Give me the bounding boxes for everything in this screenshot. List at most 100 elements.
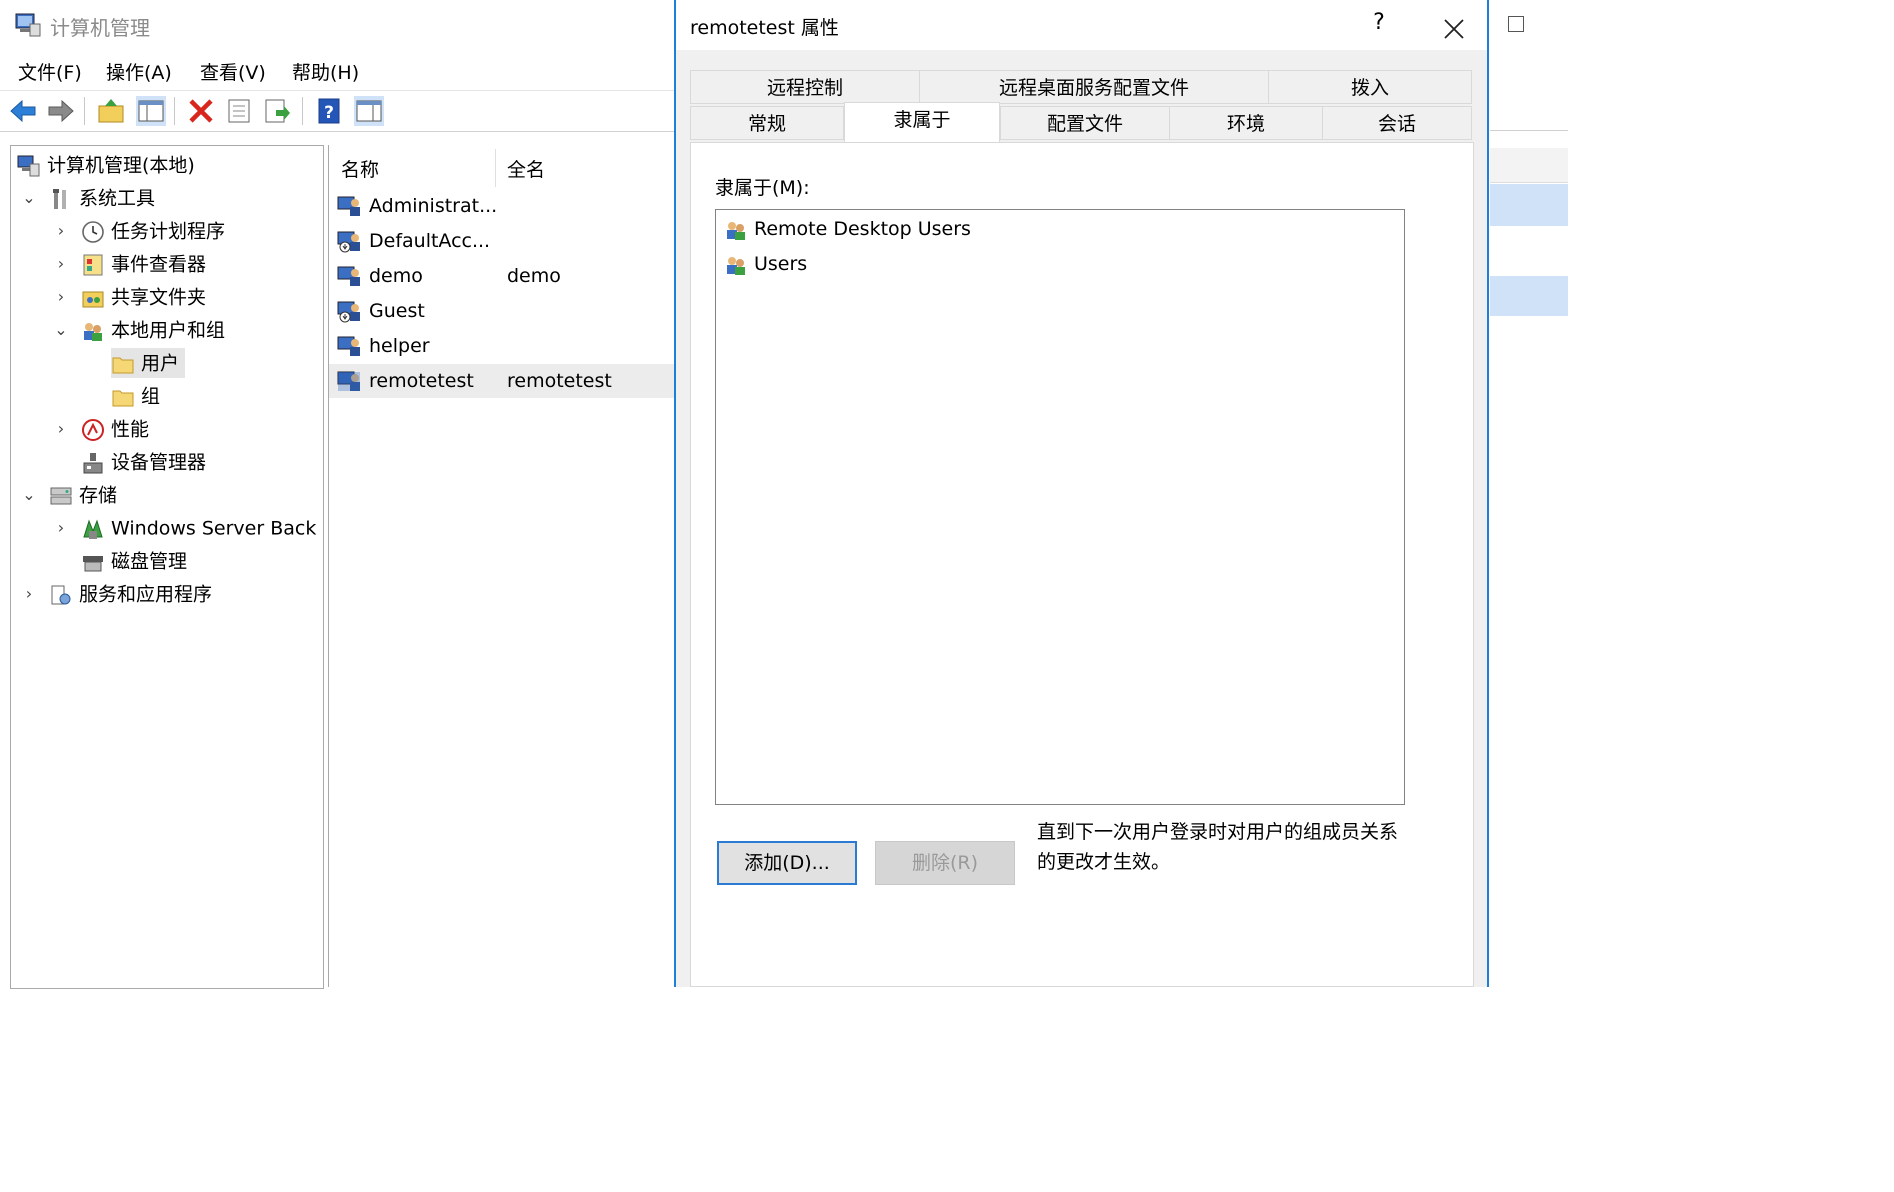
chevron-down-icon[interactable]: ⌄ <box>19 183 39 213</box>
tab-rds-profile[interactable]: 远程桌面服务配置文件 <box>919 70 1269 104</box>
user-icon <box>337 196 360 216</box>
tree-event-viewer[interactable]: › 事件查看器 <box>58 249 206 279</box>
background-window <box>1490 0 1568 987</box>
user-row-guest[interactable]: Guest <box>329 294 676 328</box>
back-arrow-icon[interactable] <box>8 96 38 126</box>
tree-system-tools[interactable]: ⌄ 系统工具 <box>22 183 155 213</box>
user-row-demo[interactable]: demo demo <box>329 259 676 293</box>
tree-disk-management[interactable]: 磁盘管理 <box>81 546 187 576</box>
tree-groups[interactable]: 组 <box>111 381 160 411</box>
export-list-icon[interactable] <box>262 96 292 126</box>
member-of-panel: 隶属于(M): Remote Desktop Users Users 添加(D)… <box>690 142 1474 987</box>
disk-icon <box>83 555 103 571</box>
tools-icon <box>53 188 66 209</box>
membership-note: 直到下一次用户登录时对用户的组成员关系的更改才生效。 <box>1037 821 1399 873</box>
member-of-list[interactable]: Remote Desktop Users Users <box>715 209 1405 805</box>
users-group-icon <box>84 322 102 341</box>
user-icon <box>337 266 360 286</box>
delete-icon[interactable] <box>186 96 216 126</box>
tree-task-scheduler[interactable]: › 任务计划程序 <box>58 216 225 246</box>
clock-icon <box>82 220 104 243</box>
close-icon <box>1444 19 1464 39</box>
list-header: 名称 全名 <box>329 145 676 189</box>
group-item-remote-desktop-users[interactable]: Remote Desktop Users <box>724 214 971 244</box>
tree-users[interactable]: 用户 <box>111 348 186 378</box>
up-folder-icon[interactable] <box>96 96 126 126</box>
menu-help[interactable]: 帮助(H) <box>292 58 359 85</box>
properties-icon[interactable] <box>224 96 254 126</box>
group-icon <box>727 256 745 275</box>
user-row-defaultaccount[interactable]: DefaultAcc... <box>329 224 676 258</box>
disabled-user-icon <box>337 301 360 323</box>
action-pane-selected-band <box>1490 184 1568 226</box>
computer-management-icon <box>15 13 41 37</box>
chevron-right-icon[interactable]: › <box>51 249 71 279</box>
performance-icon <box>82 418 104 441</box>
column-header-fullname[interactable]: 全名 <box>507 155 545 182</box>
show-hide-tree-icon[interactable] <box>136 96 166 126</box>
device-manager-icon <box>83 452 103 473</box>
chevron-right-icon[interactable]: › <box>51 513 71 543</box>
dialog-titlebar: remotetest 属性 ? <box>676 0 1487 50</box>
chevron-right-icon[interactable]: › <box>51 216 71 246</box>
storage-icon <box>50 487 72 504</box>
chevron-down-icon[interactable]: ⌄ <box>51 315 71 345</box>
remove-button[interactable]: 删除(R) <box>875 841 1015 885</box>
computer-management-icon <box>17 155 40 176</box>
user-row-remotetest[interactable]: remotetest remotetest <box>329 364 676 398</box>
chevron-down-icon[interactable]: ⌄ <box>19 480 39 510</box>
help-icon[interactable]: ? <box>314 96 344 126</box>
menu-action[interactable]: 操作(A) <box>106 58 172 85</box>
tab-dial-in[interactable]: 拨入 <box>1268 70 1472 104</box>
properties-dialog: remotetest 属性 ? 远程控制 远程桌面服务配置文件 拨入 常规 隶属… <box>674 0 1489 987</box>
shared-folder-icon <box>82 291 104 307</box>
close-button[interactable] <box>1436 6 1472 48</box>
menu-file[interactable]: 文件(F) <box>18 58 82 85</box>
action-pane-selected-band <box>1490 276 1568 316</box>
menu-bar: 文件(F) 操作(A) 查看(V) 帮助(H) <box>0 52 675 90</box>
tree-root[interactable]: 计算机管理(本地) <box>17 150 195 180</box>
chevron-right-icon[interactable]: › <box>51 282 71 312</box>
main-titlebar: 计算机管理 <box>0 0 675 50</box>
tab-profile[interactable]: 配置文件 <box>1000 106 1170 140</box>
folder-icon <box>112 390 134 406</box>
menu-view[interactable]: 查看(V) <box>200 58 266 85</box>
show-hide-action-pane-icon[interactable] <box>354 96 384 126</box>
tab-remote-control[interactable]: 远程控制 <box>690 70 920 104</box>
toolbar: ? <box>0 90 675 132</box>
chevron-right-icon[interactable]: › <box>19 579 39 609</box>
user-icon <box>337 336 360 356</box>
folder-icon <box>112 357 134 373</box>
dialog-title: remotetest 属性 <box>690 17 839 39</box>
user-list-pane: 名称 全名 Administrat... DefaultAcc... demo … <box>328 145 676 987</box>
chevron-right-icon[interactable]: › <box>51 414 71 444</box>
tab-sessions[interactable]: 会话 <box>1322 106 1472 140</box>
group-icon <box>727 221 745 240</box>
tree-windows-server-backup[interactable]: › Windows Server Back <box>58 513 317 543</box>
tab-member-of[interactable]: 隶属于 <box>844 102 1000 142</box>
forward-arrow-icon[interactable] <box>46 96 76 126</box>
add-button[interactable]: 添加(D)... <box>717 841 857 885</box>
app-title: 计算机管理 <box>50 16 150 40</box>
tree-services-apps[interactable]: › 服务和应用程序 <box>26 579 212 609</box>
disabled-user-icon <box>337 231 360 253</box>
tree-shared-folders[interactable]: › 共享文件夹 <box>58 282 206 312</box>
services-icon <box>51 585 71 604</box>
tree-local-users-groups[interactable]: ⌄ 本地用户和组 <box>54 315 225 345</box>
maximize-icon[interactable] <box>1508 16 1524 32</box>
user-row-helper[interactable]: helper <box>329 329 676 363</box>
tab-environment[interactable]: 环境 <box>1169 106 1323 140</box>
tree-storage[interactable]: ⌄ 存储 <box>22 480 117 510</box>
tree-device-manager[interactable]: 设备管理器 <box>81 447 206 477</box>
member-of-label: 隶属于(M): <box>715 177 810 199</box>
navigation-tree: 计算机管理(本地) ⌄ 系统工具 › 任务计划程序 › 事件查看器 › 共享文件… <box>10 145 324 989</box>
backup-icon <box>83 519 103 539</box>
column-header-name[interactable]: 名称 <box>341 155 379 182</box>
group-item-users[interactable]: Users <box>724 249 807 279</box>
tab-general[interactable]: 常规 <box>690 106 844 140</box>
user-icon <box>337 371 360 391</box>
help-button[interactable]: ? <box>1364 10 1394 35</box>
event-viewer-icon <box>83 254 103 275</box>
tree-performance[interactable]: › 性能 <box>58 414 149 444</box>
user-row-administrator[interactable]: Administrat... <box>329 189 676 223</box>
